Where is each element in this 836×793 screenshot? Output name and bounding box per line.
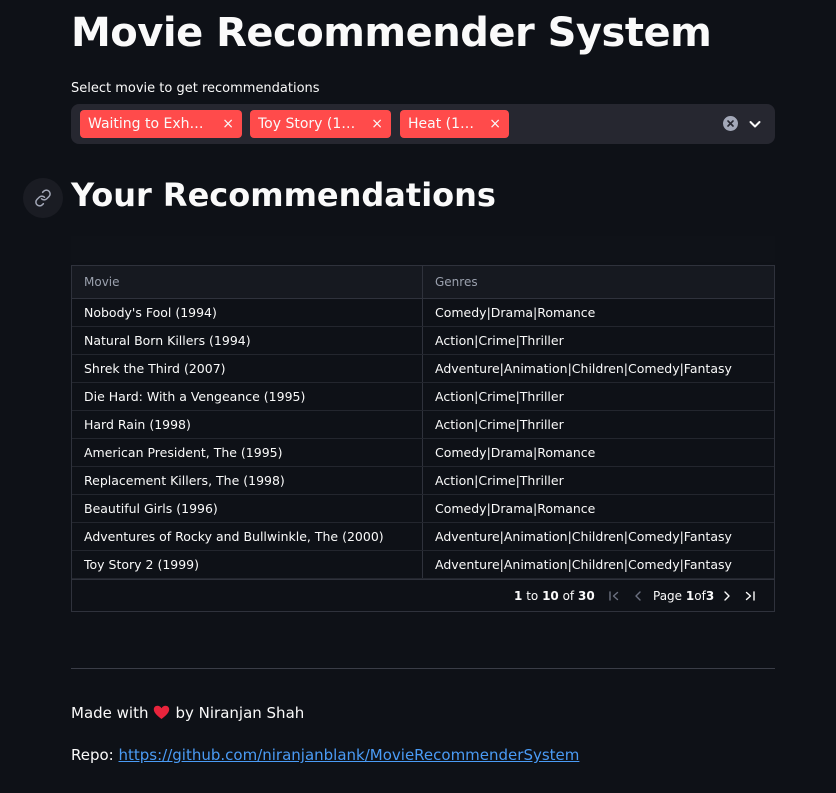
column-header-movie[interactable]: Movie [72,266,422,299]
selected-movie-tag: Toy Story (1995) × [250,110,391,138]
tag-label: Waiting to Exhal… [88,116,211,132]
table-row[interactable]: Die Hard: With a Vengeance (1995) Action… [72,383,774,411]
table-row[interactable]: Natural Born Killers (1994) Action|Crime… [72,327,774,355]
recommendations-heading: Your Recommendations [71,176,496,214]
heart-icon [153,705,170,724]
table-row[interactable]: Toy Story 2 (1999) Adventure|Animation|C… [72,551,774,579]
genres-cell: Action|Crime|Thriller [435,333,564,348]
range-of-word: of [562,589,575,603]
genres-cell: Adventure|Animation|Children|Comedy|Fant… [435,361,732,376]
clear-icon[interactable] [723,116,738,131]
range-start: 1 [514,589,523,603]
table-header: Movie Genres [72,266,774,299]
column-header-genres[interactable]: Genres [423,266,774,299]
genres-cell: Comedy|Drama|Romance [435,501,596,516]
total-rows: 30 [578,589,595,603]
movie-cell: Die Hard: With a Vengeance (1995) [84,389,306,404]
movie-select-label: Select movie to get recommendations [71,81,320,96]
repo-link[interactable]: https://github.com/niranjanblank/MovieRe… [119,746,580,764]
genres-cell: Comedy|Drama|Romance [435,305,596,320]
movie-cell: Replacement Killers, The (1998) [84,473,285,488]
movie-cell: Toy Story 2 (1999) [84,557,200,572]
repo-line: Repo: https://github.com/niranjanblank/M… [71,746,579,764]
tag-label: Heat (1995) [408,116,478,132]
page-word: Page [653,589,683,603]
genres-cell: Action|Crime|Thriller [435,417,564,432]
movie-multiselect[interactable]: Waiting to Exhal… × Toy Story (1995) × H… [71,104,775,144]
genres-cell: Comedy|Drama|Romance [435,445,596,460]
genres-cell: Action|Crime|Thriller [435,473,564,488]
current-page: 1 [685,589,695,603]
row-range-summary: 1 to 10 of 30 [514,580,595,611]
table-row[interactable]: Shrek the Third (2007) Adventure|Animati… [72,355,774,383]
movie-cell: Beautiful Girls (1996) [84,501,218,516]
made-with-line: Made with by Niranjan Shah [71,704,304,724]
movie-cell: Shrek the Third (2007) [84,361,226,376]
last-page-icon[interactable] [743,589,757,603]
movie-cell: American President, The (1995) [84,445,283,460]
link-icon[interactable] [23,178,63,218]
genres-cell: Adventure|Animation|Children|Comedy|Fant… [435,529,732,544]
range-end: 10 [542,589,559,603]
table-row[interactable]: Adventures of Rocky and Bullwinkle, The … [72,523,774,551]
table-toolbar [71,236,775,262]
remove-tag-button[interactable]: × [222,117,234,131]
range-to-word: to [526,589,539,603]
made-with-suffix: by Niranjan Shah [175,704,305,722]
app-page: Movie Recommender System Select movie to… [0,0,836,793]
page-indicator: Page 1of3 [653,580,715,611]
page-of-word: of [694,589,706,603]
table-row[interactable]: Hard Rain (1998) Action|Crime|Thriller [72,411,774,439]
genres-cell: Adventure|Animation|Children|Comedy|Fant… [435,557,732,572]
movie-cell: Nobody's Fool (1994) [84,305,217,320]
next-page-icon[interactable] [720,589,734,603]
table-row[interactable]: Replacement Killers, The (1998) Action|C… [72,467,774,495]
page-total: 3 [705,589,715,603]
selected-movie-tag: Waiting to Exhal… × [80,110,242,138]
page-title: Movie Recommender System [71,10,712,56]
remove-tag-button[interactable]: × [489,117,501,131]
remove-tag-button[interactable]: × [371,117,383,131]
table-row[interactable]: American President, The (1995) Comedy|Dr… [72,439,774,467]
table-row[interactable]: Beautiful Girls (1996) Comedy|Drama|Roma… [72,495,774,523]
table-row[interactable]: Nobody's Fool (1994) Comedy|Drama|Romanc… [72,299,774,327]
section-divider [71,668,775,669]
movie-cell: Hard Rain (1998) [84,417,191,432]
tag-label: Toy Story (1995) [258,116,360,132]
chevron-down-icon[interactable] [747,116,763,132]
recommendations-table: Movie Genres Nobody's Fool (1994) Comedy… [71,265,775,612]
movie-cell: Natural Born Killers (1994) [84,333,251,348]
made-with-prefix: Made with [71,704,149,722]
movie-cell: Adventures of Rocky and Bullwinkle, The … [84,529,384,544]
repo-label: Repo: [71,746,114,764]
pagination-bar: 1 to 10 of 30 Page 1of3 [72,579,774,611]
first-page-icon[interactable] [607,589,621,603]
selected-movie-tag: Heat (1995) × [400,110,509,138]
genres-cell: Action|Crime|Thriller [435,389,564,404]
previous-page-icon[interactable] [631,589,645,603]
